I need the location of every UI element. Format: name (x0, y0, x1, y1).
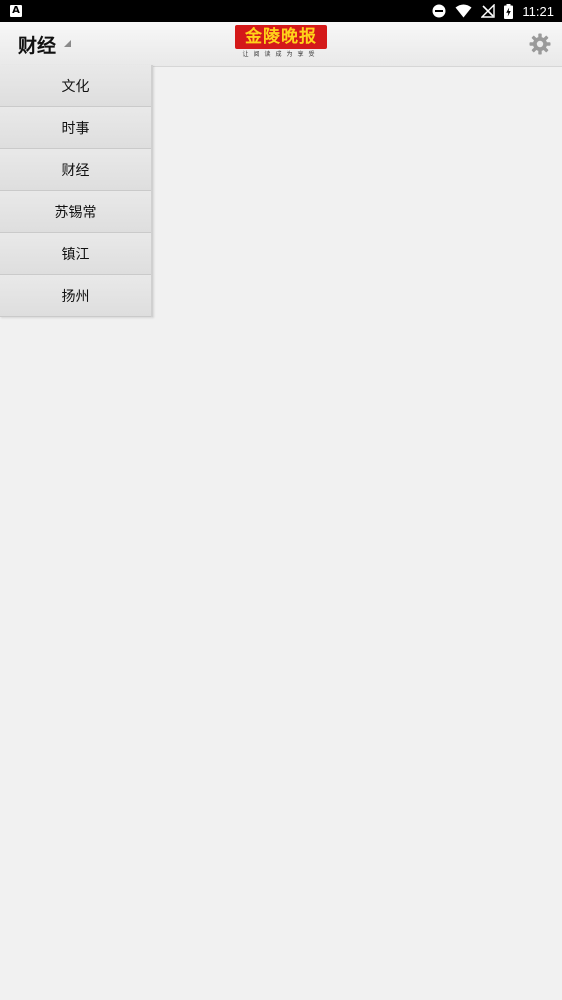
status-bar: A 11:21 (0, 0, 562, 22)
menu-item-label: 时事 (61, 120, 90, 137)
app-notification-icon: A (10, 5, 22, 17)
battery-charging-icon (504, 3, 514, 19)
menu-item-label: 文化 (61, 78, 90, 95)
menu-item-label: 财经 (61, 162, 90, 179)
menu-item-culture[interactable]: 文化 (0, 65, 151, 107)
top-header: 财经 金陵晚报 让阅读成为享受 (0, 22, 562, 67)
menu-item-finance[interactable]: 财经 (0, 149, 151, 191)
wifi-icon (455, 4, 472, 18)
dropdown-caret-icon[interactable] (64, 40, 71, 47)
section-dropdown-menu: 文化 时事 财经 苏锡常 镇江 扬州 (0, 65, 153, 317)
newspaper-logo: 金陵晚报 让阅读成为享受 (235, 25, 327, 61)
no-signal-icon (481, 4, 496, 18)
status-time: 11:21 (522, 3, 554, 19)
status-icons: 11:21 (432, 0, 554, 22)
menu-item-label: 扬州 (61, 288, 90, 305)
menu-item-label: 苏锡常 (54, 204, 97, 221)
menu-item-current-affairs[interactable]: 时事 (0, 107, 151, 149)
menu-item-suxichang[interactable]: 苏锡常 (0, 191, 151, 233)
do-not-disturb-icon (432, 4, 446, 18)
menu-item-label: 镇江 (61, 246, 90, 263)
gear-icon[interactable] (528, 32, 552, 56)
menu-item-zhenjiang[interactable]: 镇江 (0, 233, 151, 275)
logo-tagline: 让阅读成为享受 (242, 51, 320, 58)
logo-mark: 金陵晚报 (235, 25, 327, 49)
section-selector-title[interactable]: 财经 (18, 31, 56, 58)
menu-item-yangzhou[interactable]: 扬州 (0, 275, 151, 317)
